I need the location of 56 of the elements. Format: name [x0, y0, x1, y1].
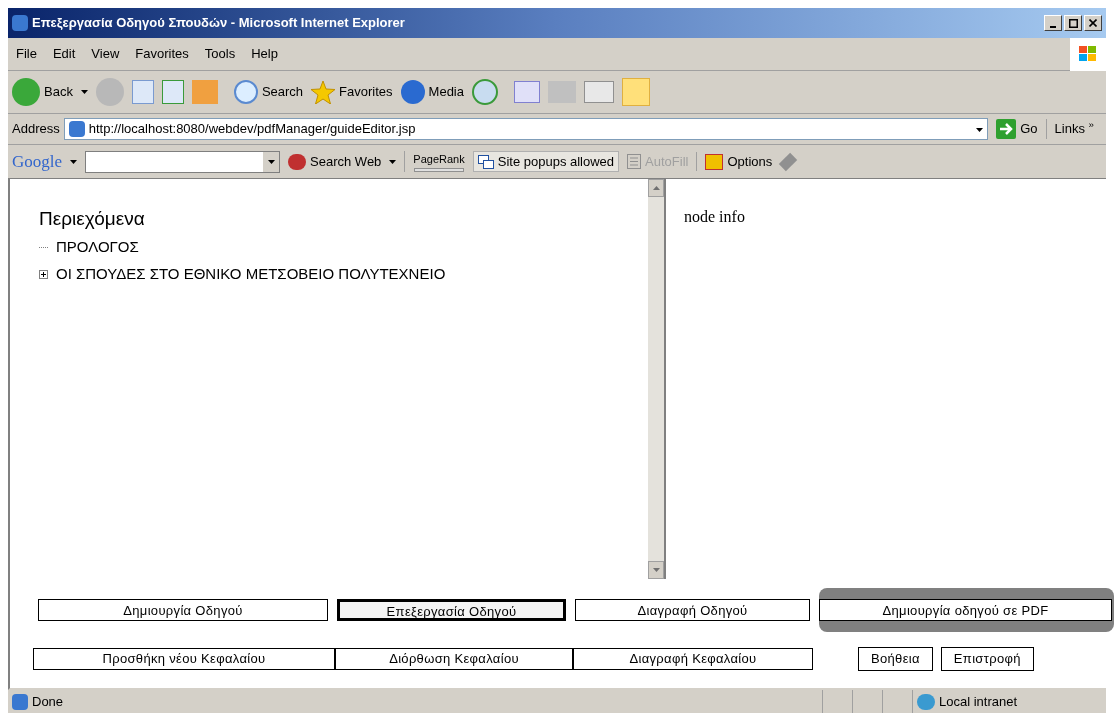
search-button[interactable]: Search	[233, 80, 304, 104]
form-button[interactable]: Διαγραφή Οδηγού	[575, 599, 810, 622]
dropdown-arrow-icon	[80, 90, 88, 94]
flag-logo-icon	[1078, 45, 1098, 63]
google-logo[interactable]: Google	[12, 148, 63, 175]
tree-item[interactable]: ΠΡΟΛΟΓΟΣ	[56, 235, 139, 259]
address-field[interactable]: http://localhost:8080/webdev/pdfManager/guideEditor.jsp	[63, 118, 989, 140]
google-search-field[interactable]	[85, 150, 281, 173]
window-title: Επεξεργασία Οδηγού Σπουδών - Microsoft Internet Explorer	[32, 14, 405, 33]
menu-item[interactable]: Help	[243, 44, 286, 64]
minimize-icon	[1050, 25, 1056, 28]
tree-item[interactable]: ΟΙ ΣΠΟΥΔΕΣ ΣΤΟ ΕΘΝΙΚΟ ΜΕΤΣΟΒΕΙΟ ΠΟΛΥΤΕΧΝΕΙΟ	[56, 262, 446, 286]
media-button[interactable]: Media	[400, 80, 464, 104]
expand-icon[interactable]	[39, 269, 48, 279]
address-label: Address	[12, 120, 60, 139]
search-web-button[interactable]: Search Web	[288, 151, 382, 172]
minimize-button[interactable]	[1044, 15, 1062, 31]
back-button[interactable]: Back	[12, 78, 73, 106]
pagerank-meter: PageRank	[404, 151, 465, 172]
menu-item[interactable]: Edit	[44, 44, 84, 64]
star-icon	[311, 80, 336, 104]
go-button[interactable]: Go	[992, 119, 1042, 139]
form-button[interactable]: Επεξεργασία Οδηγού	[337, 599, 566, 621]
windows-icon	[477, 154, 494, 169]
form-button[interactable]: Δημιουργία Οδηγού	[38, 599, 328, 622]
links-button[interactable]: Links $^{»}$	[1045, 119, 1102, 139]
node-info-text: node info	[684, 207, 746, 227]
menu-item[interactable]: Tools	[196, 44, 244, 64]
scroll-up-icon	[652, 186, 660, 190]
close-button[interactable]	[1084, 15, 1102, 31]
favorites-button[interactable]: Favorites	[311, 80, 393, 104]
dropdown-arrow-icon	[70, 159, 78, 164]
close-icon	[1089, 19, 1097, 27]
menu-item[interactable]: Favorites	[127, 44, 197, 64]
tree-title: Περιεχόμενα	[39, 207, 146, 231]
scroll-down-icon	[652, 568, 660, 572]
status-text: Done	[32, 692, 64, 711]
scrollbar[interactable]	[648, 179, 666, 579]
dropdown-arrow-icon	[976, 127, 984, 132]
note-icon	[622, 78, 650, 106]
menu-item[interactable]: View	[83, 44, 128, 64]
options-button[interactable]: Options	[696, 151, 773, 172]
maximize-icon	[1068, 18, 1078, 28]
form-button[interactable]: Δημιουργία οδηγού σε PDF	[819, 599, 1112, 622]
maximize-button[interactable]	[1064, 15, 1082, 31]
small-button[interactable]: Βοήθεια	[858, 646, 933, 671]
menu-item[interactable]: File	[8, 44, 45, 64]
dropdown-arrow-icon	[267, 159, 275, 164]
form-button[interactable]: Διαγραφή Κεφαλαίου	[573, 647, 813, 670]
dropdown-arrow-icon	[389, 159, 397, 164]
zone-text: Local intranet	[939, 692, 1018, 711]
form-icon	[627, 154, 642, 169]
form-button[interactable]: Προσθήκη νέου Κεφαλαίου	[33, 647, 335, 670]
form-button[interactable]: Διόρθωση Κεφαλαίου	[335, 647, 573, 670]
small-button[interactable]: Επιστροφή	[940, 646, 1034, 671]
popups-button[interactable]: Site popups allowed	[472, 150, 620, 173]
